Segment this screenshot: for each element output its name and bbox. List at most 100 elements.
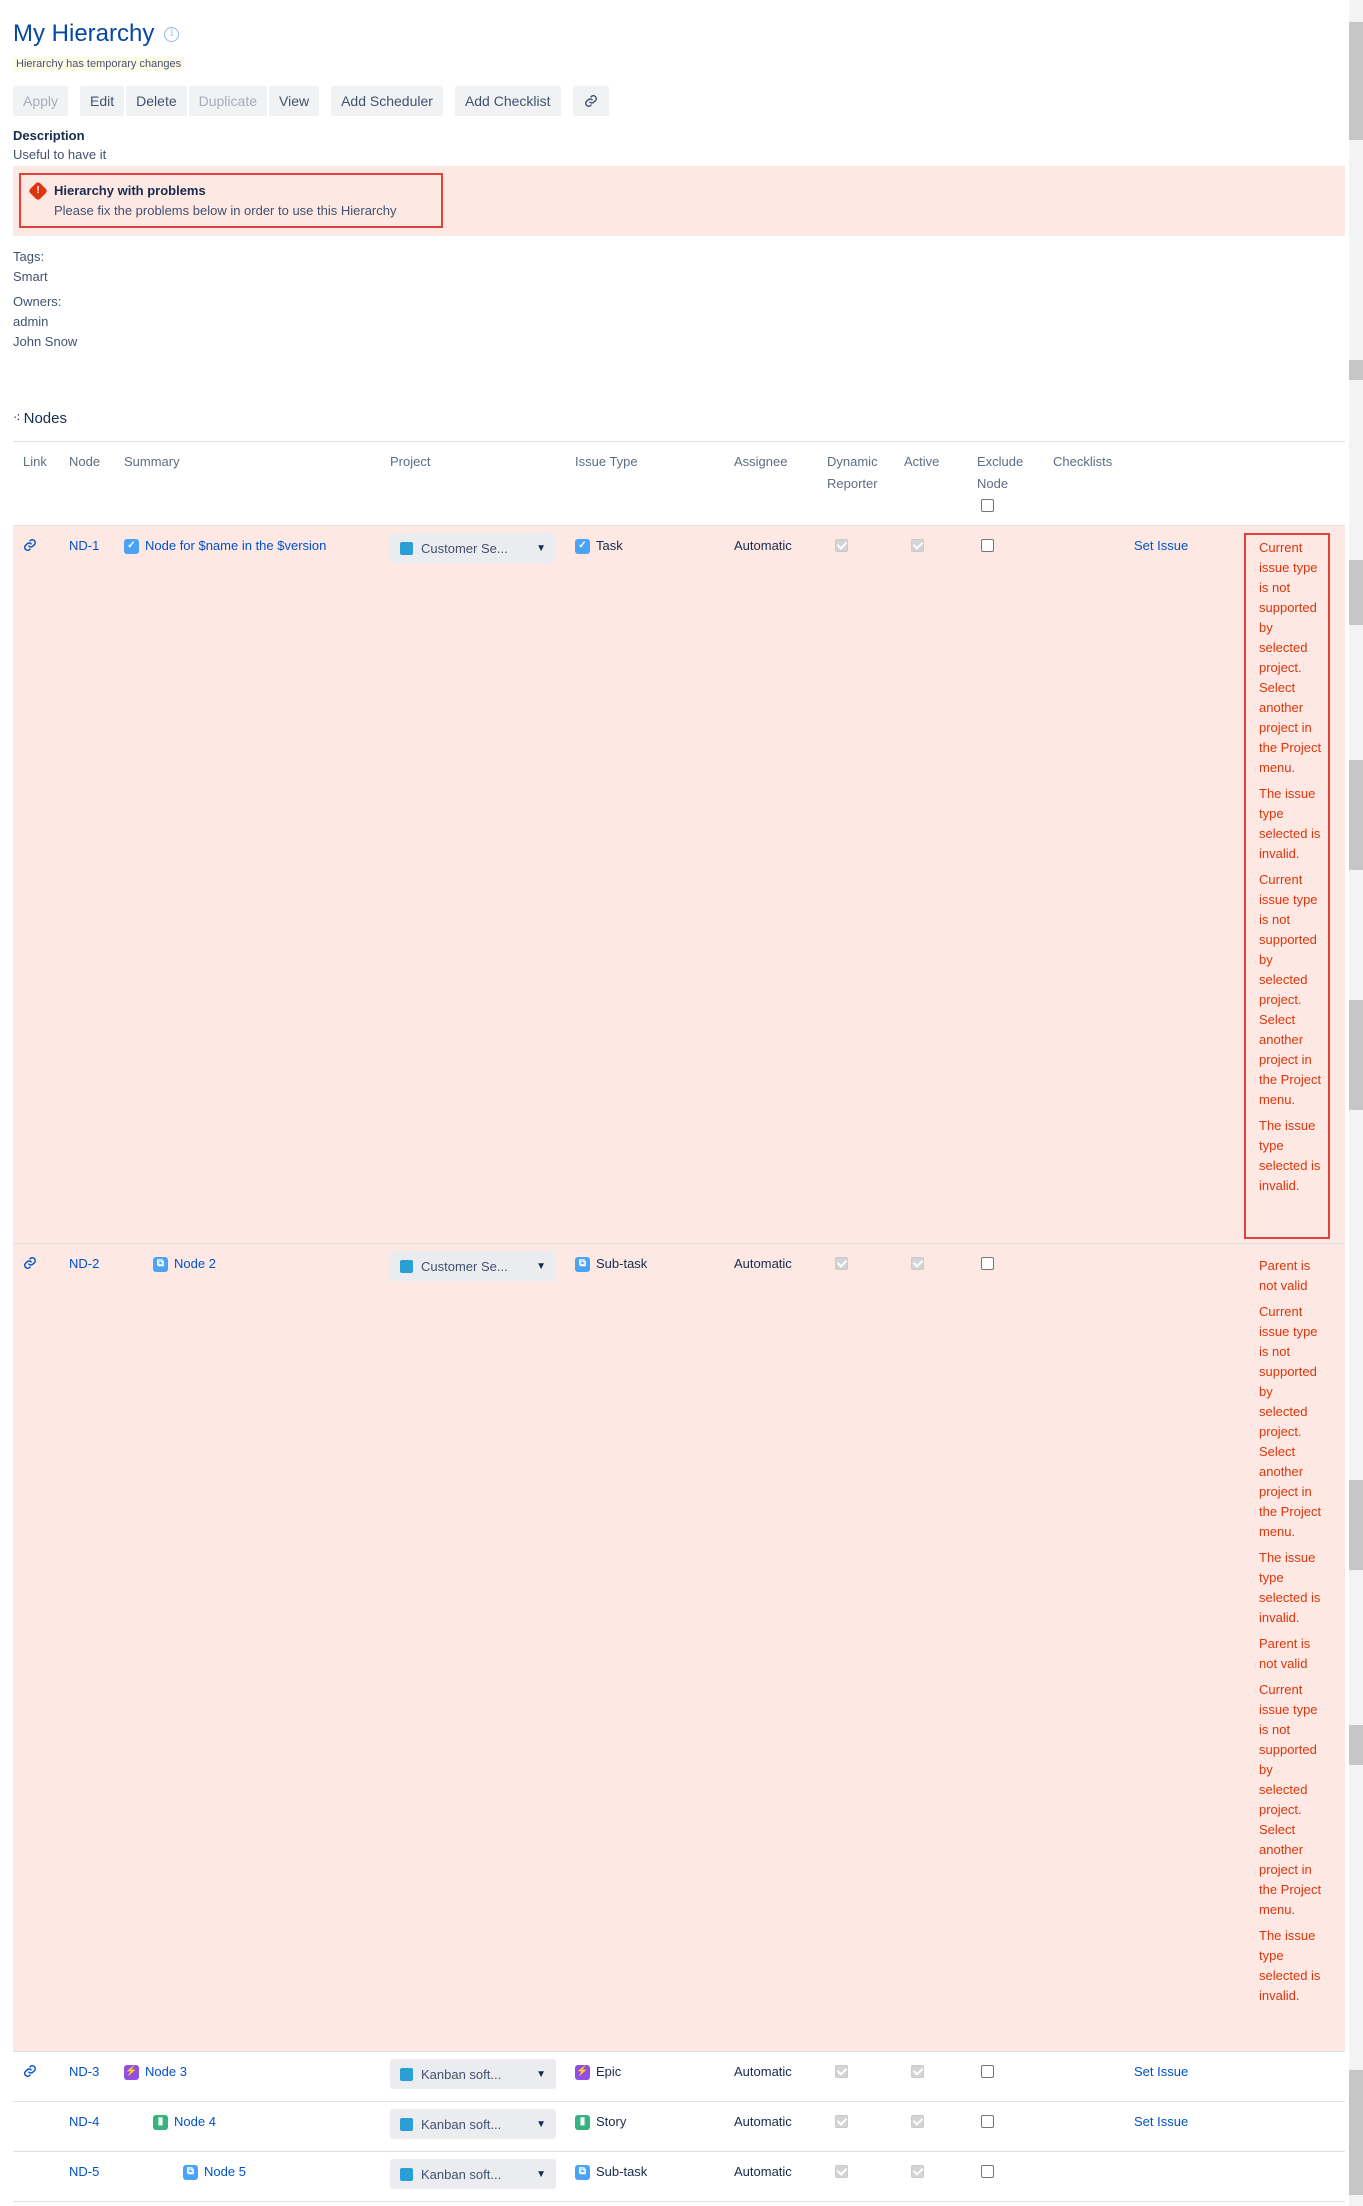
dynamic-reporter-checkbox[interactable] [835, 539, 848, 552]
project-select[interactable]: Kanban soft... ▼ [390, 2109, 556, 2139]
subtask-icon: ⧉ [183, 2164, 198, 2180]
description-text: Useful to have it [13, 147, 107, 162]
active-checkbox[interactable] [911, 2165, 924, 2178]
scrollbar-thumb[interactable] [1349, 1000, 1363, 1110]
add-scheduler-button[interactable]: Add Scheduler [331, 86, 443, 116]
exclude-all-checkbox[interactable] [981, 499, 994, 512]
node-summary[interactable]: ▮ Node 4 [153, 2113, 216, 2131]
assignee: Automatic [734, 1256, 792, 1271]
exclude-node-checkbox[interactable] [981, 539, 994, 552]
chevron-down-icon: ▼ [536, 2068, 546, 2080]
node-link-button[interactable] [23, 1256, 37, 1275]
project-icon [400, 2117, 413, 2131]
scrollbar-thumb[interactable] [1349, 1725, 1363, 1765]
node-summary[interactable]: ⧉ Node 2 [153, 1255, 216, 1273]
edit-button-group: Edit Delete Duplicate View [80, 86, 320, 116]
node-summary-text: Node 5 [204, 2164, 246, 2179]
problem-title: Hierarchy with problems [54, 183, 206, 198]
error-message: Current issue type is not supported by s… [1259, 1682, 1322, 1917]
scrollbar-thumb[interactable] [1349, 560, 1363, 625]
issue-type: ⚡ Epic [575, 2063, 621, 2081]
page-title: My Hierarchy [13, 20, 155, 47]
project-icon [400, 2067, 413, 2081]
task-icon: ✓ [575, 538, 590, 554]
node-id[interactable]: ND-3 [69, 2063, 99, 2081]
table-row: ND-3 ⚡ Node 3 Kanban soft... ▼ ⚡ Epic Au… [13, 2052, 1345, 2102]
col-issue-type: Issue Type [575, 454, 638, 469]
duplicate-button[interactable]: Duplicate [188, 86, 267, 116]
story-icon: ▮ [575, 2114, 590, 2130]
node-summary-text: Node 3 [145, 2064, 187, 2079]
error-message: Current issue type is not supported by s… [1259, 1304, 1322, 1539]
link-icon [584, 95, 597, 107]
error-icon: ! [28, 181, 48, 201]
set-issue-link[interactable]: Set Issue [1134, 2063, 1188, 2081]
col-assignee: Assignee [734, 454, 788, 469]
dynamic-reporter-checkbox[interactable] [835, 2115, 848, 2128]
exclude-node-checkbox[interactable] [981, 2065, 994, 2078]
issue-type: ⧉ Sub-task [575, 2163, 647, 2181]
active-checkbox[interactable] [911, 1257, 924, 1270]
project-select-value: Customer Se... [421, 540, 508, 556]
dynamic-reporter-checkbox[interactable] [835, 2165, 848, 2178]
exclude-node-checkbox[interactable] [981, 2165, 994, 2178]
active-checkbox[interactable] [911, 2115, 924, 2128]
node-link-button[interactable] [23, 538, 37, 557]
subtask-icon: ⧉ [575, 1256, 590, 1272]
set-issue-link[interactable]: Set Issue [1134, 2113, 1188, 2131]
project-select[interactable]: Customer Se... ▼ [390, 1251, 556, 1281]
project-select-value: Kanban soft... [421, 2066, 502, 2082]
exclude-node-checkbox[interactable] [981, 2115, 994, 2128]
view-button[interactable]: View [269, 86, 320, 116]
project-select[interactable]: Customer Se... ▼ [390, 533, 556, 563]
delete-button[interactable]: Delete [126, 86, 187, 116]
scrollbar-thumb[interactable] [1349, 2070, 1363, 2195]
issue-type: ⧉ Sub-task [575, 1255, 647, 1273]
project-select-value: Kanban soft... [421, 2166, 502, 2182]
node-link-button[interactable] [23, 2064, 37, 2083]
issue-type: ▮ Story [575, 2113, 626, 2131]
problem-text: Please fix the problems below in order t… [54, 203, 397, 218]
scrollbar-thumb[interactable] [1349, 760, 1363, 870]
issue-type-label: Sub-task [596, 1256, 648, 1271]
node-summary[interactable]: ✓ Node for $name in the $version [124, 537, 326, 555]
project-icon [400, 2167, 413, 2181]
add-checklist-button[interactable]: Add Checklist [454, 86, 561, 116]
scrollbar-thumb[interactable] [1349, 1480, 1363, 1570]
issue-type-label: Story [596, 2114, 627, 2129]
dynamic-reporter-checkbox[interactable] [835, 1257, 848, 1270]
node-summary[interactable]: ⚡ Node 3 [124, 2063, 187, 2081]
subtask-icon: ⧉ [575, 2164, 590, 2180]
project-select[interactable]: Kanban soft... ▼ [390, 2159, 556, 2189]
epic-icon: ⚡ [124, 2064, 139, 2080]
issue-type-label: Epic [596, 2064, 622, 2079]
copy-link-button[interactable] [572, 86, 609, 116]
project-select-value: Kanban soft... [421, 2116, 502, 2132]
node-summary[interactable]: ⧉ Node 5 [183, 2163, 246, 2181]
apply-button[interactable]: Apply [13, 86, 69, 116]
col-dynamic-reporter: Dynamic Reporter [827, 454, 878, 491]
title-row: My Hierarchy i [13, 20, 180, 48]
node-id[interactable]: ND-2 [69, 1255, 99, 1273]
dynamic-reporter-checkbox[interactable] [835, 2065, 848, 2078]
exclude-node-checkbox[interactable] [981, 1257, 994, 1270]
tags-label: Tags: [13, 249, 45, 264]
nodes-heading: ⁖ Nodes [13, 410, 67, 427]
assignee: Automatic [734, 538, 792, 553]
set-issue-link[interactable]: Set Issue [1134, 537, 1188, 555]
info-icon[interactable]: i [164, 26, 180, 42]
table-row: ND-4 ▮ Node 4 Kanban soft... ▼ ▮ Story A… [13, 2102, 1345, 2152]
active-checkbox[interactable] [911, 2065, 924, 2078]
node-id[interactable]: ND-1 [69, 537, 99, 555]
scrollbar-thumb[interactable] [1349, 22, 1363, 140]
project-icon [400, 541, 413, 555]
active-checkbox[interactable] [911, 539, 924, 552]
edit-button[interactable]: Edit [80, 86, 125, 116]
node-summary-text: Node 2 [174, 1256, 216, 1271]
col-exclude-node: Exclude Node [977, 454, 1024, 491]
node-id[interactable]: ND-4 [69, 2113, 99, 2131]
project-select[interactable]: Kanban soft... ▼ [390, 2059, 556, 2089]
node-id[interactable]: ND-5 [69, 2163, 99, 2181]
error-message: Current issue type is not supported by s… [1259, 540, 1322, 775]
scrollbar-thumb[interactable] [1349, 360, 1363, 380]
